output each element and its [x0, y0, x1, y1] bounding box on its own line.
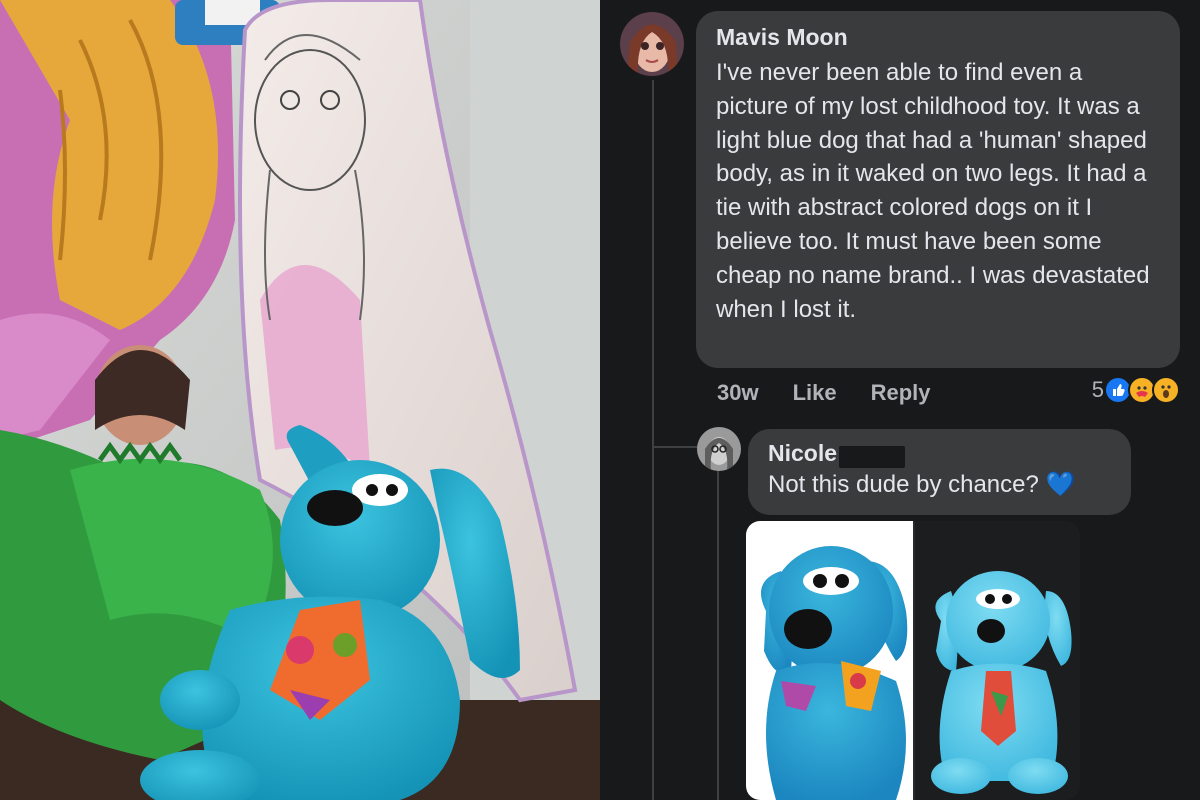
comment-author[interactable]: Mavis Moon	[716, 23, 1160, 52]
reply-thread-line	[717, 470, 719, 800]
reaction-count: 5	[1091, 377, 1104, 402]
thread-branch	[652, 446, 698, 448]
reply-author[interactable]: Nicole	[768, 439, 837, 467]
comment-text: I've never been able to find even a pict…	[716, 59, 1150, 323]
toy-photo	[0, 0, 600, 800]
comment-actions: 30w Like Reply	[717, 378, 931, 408]
avatar[interactable]	[620, 12, 684, 76]
reply-bubble: Nicole Not this dude by chance? 💙	[748, 429, 1131, 515]
redaction-bar	[839, 445, 906, 468]
reply-button[interactable]: Reply	[871, 378, 931, 408]
reply-text: Not this dude by chance? 💙	[768, 470, 1076, 498]
reply-avatar[interactable]	[697, 427, 741, 471]
like-button[interactable]: Like	[793, 378, 837, 408]
thread-line	[652, 80, 654, 800]
comment-bubble: Mavis Moon I've never been able to find …	[696, 11, 1180, 368]
reactions-summary[interactable]: 5	[1092, 376, 1180, 404]
comment-thread: Mavis Moon I've never been able to find …	[600, 0, 1200, 800]
wow-icon	[1152, 376, 1180, 404]
comment-timestamp[interactable]: 30w	[717, 378, 759, 408]
reply-image[interactable]	[746, 521, 1080, 800]
